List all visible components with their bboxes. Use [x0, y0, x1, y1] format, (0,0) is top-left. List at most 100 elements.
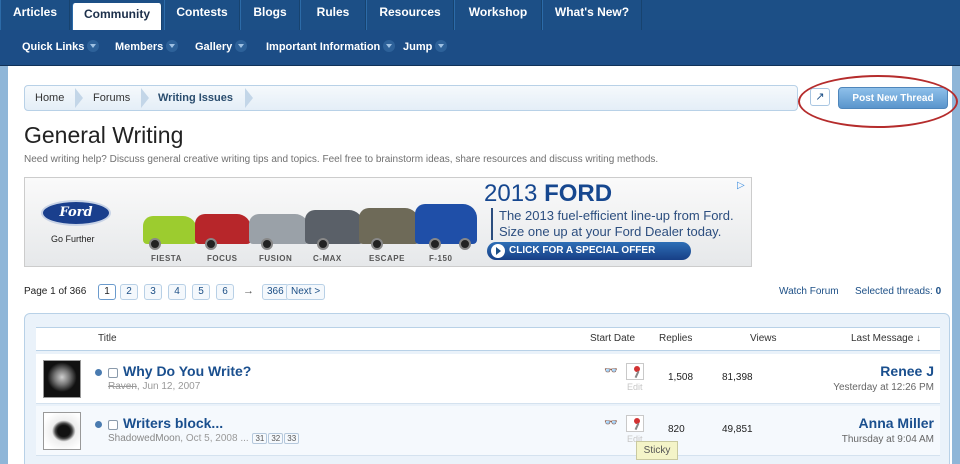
thread-select-checkbox[interactable] — [108, 368, 118, 378]
wheel — [371, 238, 383, 250]
table-row — [36, 354, 940, 404]
replies-count: 820 — [668, 424, 685, 435]
thread-author[interactable]: Raven — [108, 381, 137, 392]
breadcrumb-writing-issues[interactable]: Writing Issues — [158, 86, 233, 110]
column-start-date[interactable]: Start Date — [590, 333, 635, 344]
avatar[interactable] — [43, 360, 81, 398]
thread-title-link[interactable]: Writers block... — [123, 415, 223, 431]
views-count: 81,398 — [722, 372, 753, 383]
ad-tagline: Go Further — [51, 234, 95, 244]
wheel — [149, 238, 161, 250]
tab-community[interactable]: Community — [72, 3, 162, 30]
adchoices-icon[interactable]: ▷ — [737, 180, 745, 191]
thread-start-date: Jun 12, 2007 — [142, 381, 201, 392]
ad-copy-line: Size one up at your Ford Dealer today. — [499, 224, 722, 239]
thread-select-checkbox[interactable] — [108, 420, 118, 430]
subnav-label: Jump — [403, 41, 433, 53]
subnav-label: Members — [115, 41, 164, 53]
column-replies[interactable]: Replies — [659, 333, 692, 344]
thread-title-link[interactable]: Why Do You Write? — [123, 363, 251, 379]
tab-articles[interactable]: Articles — [0, 0, 70, 30]
last-message-date[interactable]: Thursday at 9:04 AM — [784, 434, 934, 445]
wheel — [429, 238, 441, 250]
unread-bullet-icon — [95, 369, 102, 376]
arrow-right-icon: → — [243, 285, 254, 297]
chevron-down-icon — [166, 40, 179, 52]
thread-page-link[interactable]: 32 — [268, 433, 284, 444]
tab-resources[interactable]: Resources — [366, 0, 454, 30]
ad-headline: 2013 FORD — [484, 180, 612, 208]
subnav-label: Important Information — [266, 41, 381, 53]
breadcrumb-forums[interactable]: Forums — [93, 86, 130, 110]
column-last-message[interactable]: Last Message ↓ — [851, 333, 921, 344]
pin-icon[interactable] — [626, 363, 644, 380]
thread-author[interactable]: ShadowedMoon — [108, 433, 180, 444]
views-count: 49,851 — [722, 424, 753, 435]
tab-rules[interactable]: Rules — [300, 0, 366, 30]
ford-ad-banner[interactable]: Ford Go Further FIESTA FOCUS FUSION C-MA… — [24, 177, 752, 267]
page-link-last[interactable]: 366 — [262, 284, 289, 300]
ad-cta-label: CLICK FOR A SPECIAL OFFER — [509, 245, 656, 256]
ad-copy: The 2013 fuel-efficient line-up from For… — [491, 208, 734, 240]
avatar[interactable] — [43, 412, 81, 450]
tab-blogs[interactable]: Blogs — [240, 0, 300, 30]
page-count-label: Page 1 of 366 — [24, 286, 87, 297]
thread-meta: ShadowedMoon, Oct 5, 2008 ... 31 32 33 — [108, 433, 300, 444]
chevron-down-icon — [383, 40, 396, 52]
ford-logo: Ford — [41, 200, 111, 226]
page-link[interactable]: 3 — [144, 284, 162, 300]
model-label: FOCUS — [207, 254, 238, 263]
car-escape — [359, 208, 419, 244]
selected-threads-count: 0 — [935, 286, 942, 297]
car-cmax — [305, 210, 363, 244]
subnav-jump[interactable]: Jump — [403, 40, 448, 53]
watch-forum-link[interactable]: Watch Forum — [779, 286, 839, 297]
next-page-button[interactable]: Next > — [286, 284, 326, 300]
ad-headline-brand: FORD — [544, 180, 613, 207]
tab-workshop[interactable]: Workshop — [454, 0, 542, 30]
sub-nav-bar: Quick Links Members Gallery Important In… — [0, 30, 960, 66]
page-border-right — [952, 66, 960, 464]
column-views[interactable]: Views — [750, 333, 777, 344]
play-icon — [491, 244, 505, 258]
page-link[interactable]: 2 — [120, 284, 138, 300]
subnav-members[interactable]: Members — [115, 40, 179, 53]
subnav-quick-links[interactable]: Quick Links — [22, 40, 100, 53]
breadcrumb-home[interactable]: Home — [35, 86, 64, 110]
chevron-down-icon — [435, 40, 448, 52]
wheel — [205, 238, 217, 250]
sticky-tooltip: Sticky — [636, 441, 678, 460]
edit-link[interactable]: Edit — [627, 382, 643, 392]
selected-threads-link[interactable]: Selected threads: 0 — [855, 286, 941, 297]
table-row — [36, 406, 940, 456]
replies-count: 1,508 — [668, 372, 694, 383]
last-message-date[interactable]: Yesterday at 12:26 PM — [784, 382, 934, 393]
ad-cta-button[interactable]: CLICK FOR A SPECIAL OFFER — [487, 242, 691, 260]
subnav-label: Quick Links — [22, 41, 85, 53]
thread-meta: Raven, Jun 12, 2007 — [108, 381, 201, 392]
glasses-icon: 👓 — [604, 365, 618, 377]
subnav-label: Gallery — [195, 41, 233, 53]
pin-icon[interactable] — [626, 415, 644, 432]
last-message-user[interactable]: Anna Miller — [784, 415, 934, 431]
wheel — [459, 238, 471, 250]
page-link[interactable]: 6 — [216, 284, 234, 300]
model-label: FIESTA — [151, 254, 182, 263]
thread-page-link[interactable]: 31 — [252, 433, 268, 444]
page-link[interactable]: 1 — [98, 284, 116, 300]
tab-contests[interactable]: Contests — [164, 0, 240, 30]
highlight-annotation-circle — [798, 75, 958, 128]
chevron-down-icon — [235, 40, 248, 52]
forum-description: Need writing help? Discuss general creat… — [24, 154, 659, 165]
subnav-gallery[interactable]: Gallery — [195, 40, 248, 53]
chevron-down-icon — [87, 40, 100, 52]
subnav-important-information[interactable]: Important Information — [266, 40, 396, 53]
model-label: ESCAPE — [369, 254, 405, 263]
breadcrumb: Home Forums Writing Issues — [24, 85, 798, 111]
thread-page-link[interactable]: 33 — [284, 433, 300, 444]
tab-whats-new[interactable]: What's New? — [542, 0, 642, 30]
page-link[interactable]: 5 — [192, 284, 210, 300]
last-message-user[interactable]: Renee J — [784, 363, 934, 379]
column-title[interactable]: Title — [98, 333, 117, 344]
page-link[interactable]: 4 — [168, 284, 186, 300]
